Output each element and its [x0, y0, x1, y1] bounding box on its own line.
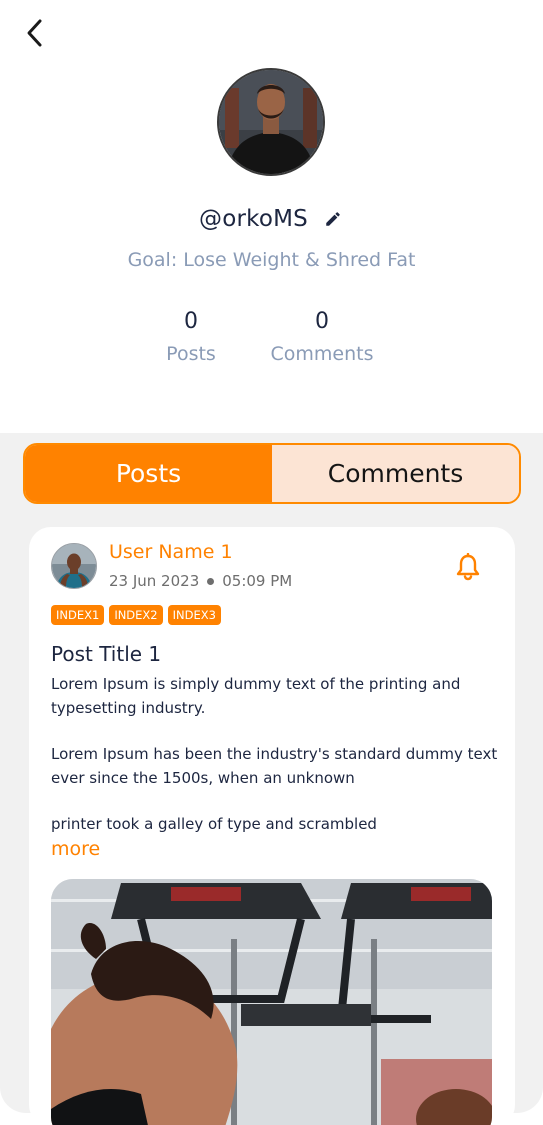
- profile-screen: @orkoMS Goal: Lose Weight & Shred Fat 0 …: [0, 0, 543, 1125]
- gym-photo: [51, 879, 492, 1125]
- separator-dot: [207, 577, 215, 585]
- stat-posts[interactable]: 0 Posts: [150, 307, 232, 371]
- stat-comments[interactable]: 0 Comments: [258, 307, 386, 371]
- post-author-name[interactable]: User Name 1: [109, 541, 233, 563]
- comments-label: Comments: [270, 343, 374, 365]
- post-body: Lorem Ipsum is simply dummy text of the …: [51, 673, 501, 837]
- author-photo: [52, 544, 96, 588]
- posts-label: Posts: [166, 343, 216, 365]
- post-card[interactable]: User Name 1 23 Jun 2023 05:09 PM INDEX1 …: [29, 527, 515, 1125]
- edit-username-button[interactable]: [322, 208, 344, 230]
- fitness-goal: Goal: Lose Weight & Shred Fat: [127, 249, 416, 271]
- tag-chip[interactable]: INDEX3: [167, 605, 221, 625]
- post-paragraph: printer took a galley of type and scramb…: [51, 815, 377, 833]
- bell-icon: [456, 552, 480, 581]
- post-paragraph: Lorem Ipsum is simply dummy text of the …: [51, 675, 461, 717]
- profile-avatar[interactable]: [217, 68, 325, 176]
- tag-chip[interactable]: INDEX2: [109, 605, 163, 625]
- username: @orkoMS: [199, 206, 308, 232]
- posts-count: 0: [184, 309, 198, 334]
- comments-count: 0: [315, 309, 329, 334]
- post-date: 23 Jun 2023: [109, 572, 200, 590]
- tag-chip[interactable]: INDEX1: [51, 605, 105, 625]
- post-time: 05:09 PM: [222, 572, 293, 590]
- post-meta: 23 Jun 2023 05:09 PM: [109, 572, 292, 590]
- read-more-link[interactable]: more: [51, 838, 100, 860]
- post-paragraph: Lorem Ipsum has been the industry's stan…: [51, 745, 498, 787]
- pencil-icon: [326, 212, 340, 226]
- profile-photo: [219, 70, 323, 174]
- chevron-left-icon: [27, 19, 42, 47]
- post-tags: INDEX1 INDEX2 INDEX3: [51, 605, 221, 625]
- post-title: Post Title 1: [51, 642, 162, 666]
- back-button[interactable]: [18, 16, 52, 50]
- tab-comments[interactable]: Comments: [272, 445, 519, 502]
- notification-button[interactable]: [455, 552, 481, 581]
- tab-bar: Posts Comments: [23, 443, 521, 504]
- tab-posts[interactable]: Posts: [25, 445, 272, 502]
- post-author-avatar[interactable]: [51, 543, 97, 589]
- username-row: @orkoMS: [0, 206, 543, 232]
- post-image[interactable]: [51, 879, 492, 1125]
